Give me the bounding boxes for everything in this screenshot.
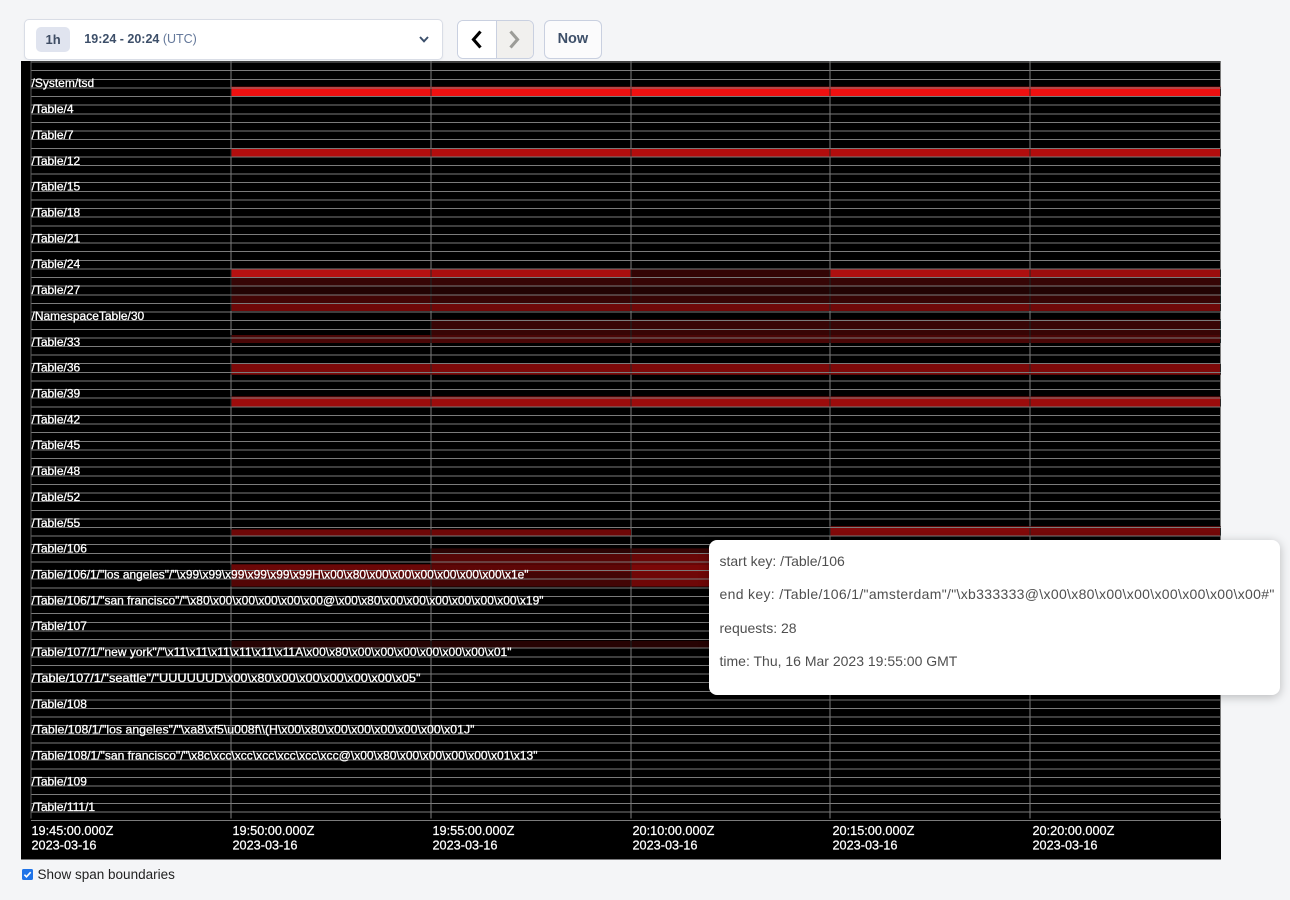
svg-text:19:50:00.000Z: 19:50:00.000Z bbox=[233, 824, 315, 838]
svg-text:2023-03-16: 2023-03-16 bbox=[233, 839, 298, 853]
svg-text:2023-03-16: 2023-03-16 bbox=[433, 839, 498, 853]
svg-text:20:20:00.000Z: 20:20:00.000Z bbox=[1033, 824, 1115, 838]
svg-text:19:45:00.000Z: 19:45:00.000Z bbox=[32, 824, 114, 838]
svg-text:2023-03-16: 2023-03-16 bbox=[1033, 839, 1098, 853]
svg-text:2023-03-16: 2023-03-16 bbox=[32, 839, 97, 853]
svg-text:/Table/33: /Table/33 bbox=[32, 335, 81, 349]
svg-text:/Table/108/1/"los angeles"/"\x: /Table/108/1/"los angeles"/"\xa8\xf5\u00… bbox=[32, 723, 475, 737]
svg-text:/Table/106/1/"san francisco"/": /Table/106/1/"san francisco"/"\x80\x00\x… bbox=[32, 593, 544, 607]
svg-text:/Table/7: /Table/7 bbox=[32, 128, 74, 142]
svg-text:/Table/4: /Table/4 bbox=[32, 102, 74, 116]
svg-text:/Table/27: /Table/27 bbox=[32, 283, 81, 297]
svg-text:/Table/109: /Table/109 bbox=[32, 774, 88, 788]
svg-text:/Table/52: /Table/52 bbox=[32, 490, 81, 504]
svg-text:2023-03-16: 2023-03-16 bbox=[833, 839, 898, 853]
svg-text:/Table/55: /Table/55 bbox=[32, 516, 81, 530]
svg-text:2023-03-16: 2023-03-16 bbox=[633, 839, 698, 853]
svg-text:/Table/106: /Table/106 bbox=[32, 542, 88, 556]
svg-text:19:55:00.000Z: 19:55:00.000Z bbox=[433, 824, 515, 838]
svg-text:/Table/42: /Table/42 bbox=[32, 412, 81, 426]
svg-text:/Table/107: /Table/107 bbox=[32, 619, 88, 633]
svg-text:/System/tsd: /System/tsd bbox=[32, 76, 95, 90]
svg-text:/Table/39: /Table/39 bbox=[32, 386, 81, 400]
svg-text:/Table/18: /Table/18 bbox=[32, 205, 81, 219]
svg-text:/Table/45: /Table/45 bbox=[32, 438, 81, 452]
svg-text:/Table/111/1: /Table/111/1 bbox=[32, 800, 96, 814]
svg-text:/Table/107/1/"seattle"/"UUUUUU: /Table/107/1/"seattle"/"UUUUUUD\x00\x80\… bbox=[32, 671, 421, 685]
svg-text:/Table/107/1/"new york"/"\x11\: /Table/107/1/"new york"/"\x11\x11\x11\x1… bbox=[32, 645, 512, 659]
svg-text:/Table/12: /Table/12 bbox=[32, 154, 81, 168]
svg-text:/Table/24: /Table/24 bbox=[32, 257, 81, 271]
svg-text:/Table/36: /Table/36 bbox=[32, 361, 81, 375]
svg-text:/Table/106/1/"los angeles"/"\x: /Table/106/1/"los angeles"/"\x99\x99\x99… bbox=[32, 567, 529, 581]
svg-text:20:10:00.000Z: 20:10:00.000Z bbox=[633, 824, 715, 838]
svg-text:/Table/108: /Table/108 bbox=[32, 697, 88, 711]
svg-text:20:15:00.000Z: 20:15:00.000Z bbox=[833, 824, 915, 838]
svg-text:/Table/48: /Table/48 bbox=[32, 464, 81, 478]
svg-text:/Table/15: /Table/15 bbox=[32, 180, 81, 194]
svg-text:/Table/21: /Table/21 bbox=[32, 231, 81, 245]
svg-text:/Table/108/1/"san francisco"/": /Table/108/1/"san francisco"/"\x8c\xcc\x… bbox=[32, 748, 538, 762]
svg-text:/NamespaceTable/30: /NamespaceTable/30 bbox=[32, 309, 145, 323]
